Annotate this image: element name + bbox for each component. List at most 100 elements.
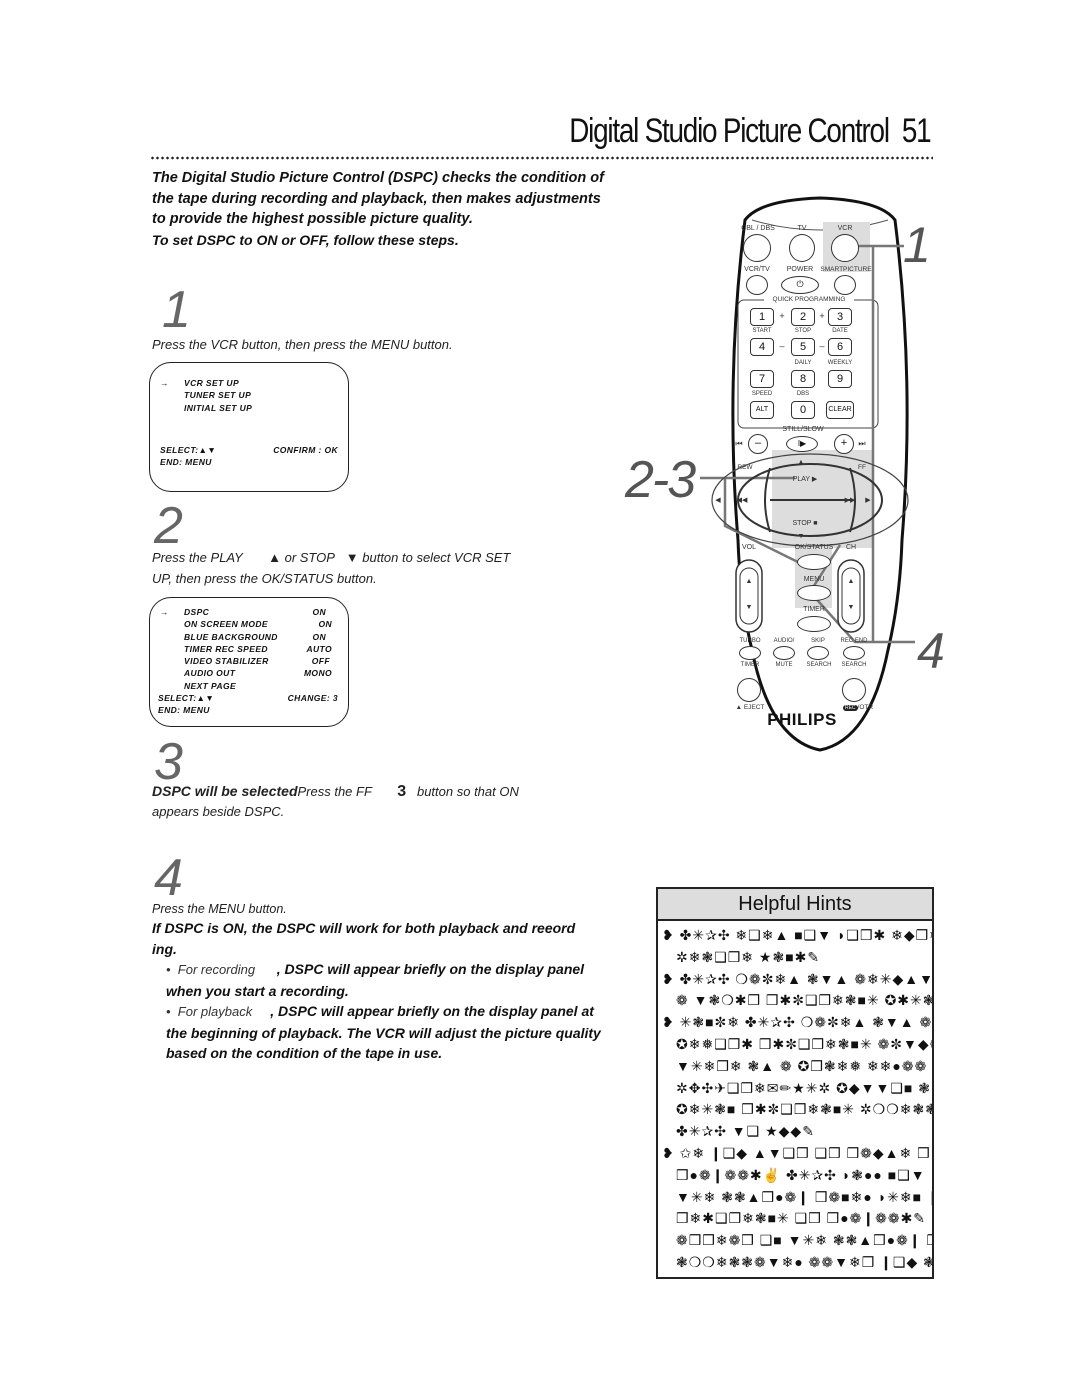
screen-item: NEXT PAGE — [160, 680, 338, 692]
hint-text: ▼✳❄❒❄ ❃▲ ❁ ✪❒❃❄❅ ❄❄●❁❁ ❁ — [676, 1057, 934, 1074]
screen-item-value: OFF — [311, 656, 330, 667]
screen-item: TIMER REC SPEED AUTO — [160, 643, 338, 655]
helpful-hints-title: Helpful Hints — [658, 889, 932, 921]
hint-line: ▼✳❄❒❄ ❃▲ ❁ ✪❒❃❄❅ ❄❄●❁❁ ❁ — [662, 1056, 932, 1078]
key-0[interactable]: 0 — [791, 401, 815, 419]
tv-button[interactable] — [789, 234, 815, 262]
screen-item-value: MONO — [303, 668, 332, 679]
hint-text: ❒●❁❙❁❁✱✌ ✤✳✰✣ ◗❃●● ■❑▼ — [676, 1166, 926, 1183]
bullet-text: , DSPC will appear briefly on the displa… — [270, 1003, 594, 1019]
separator-minus: – — [779, 341, 785, 351]
audio-mute-button[interactable] — [773, 646, 795, 660]
rec-badge: REC — [842, 705, 858, 711]
turbo-timer-button[interactable] — [739, 646, 761, 660]
screen-item: TUNER SET UP — [160, 389, 338, 401]
label-vcr: VCR — [837, 225, 853, 232]
menu-button[interactable] — [797, 585, 831, 601]
power-button[interactable]: ⏻ — [781, 276, 819, 294]
key-3[interactable]: 3 — [828, 308, 852, 326]
key-9[interactable]: 9 — [828, 370, 852, 388]
label-start: START — [752, 328, 772, 334]
screen-item: → VCR SET UP — [160, 377, 338, 389]
label-rec-otr: REC/OTR — [840, 704, 876, 711]
key-4[interactable]: 4 — [750, 338, 774, 356]
screen-item: AUDIO OUT MONO — [160, 667, 338, 679]
bullet-lead: For playback — [177, 1004, 253, 1019]
eject-button[interactable] — [737, 678, 761, 702]
vol-down-icon: ▼ — [745, 604, 753, 611]
end-hint: END: MENU — [158, 705, 210, 716]
step-2-text-part: Press the PLAY — [152, 550, 243, 565]
hint-text: ❒❄✱❑❒❄❃■✳ ❑❒ ❒●❁❙❁❁✱✎ — [676, 1210, 927, 1227]
select-hint: SELECT:▲▼ — [158, 693, 215, 704]
hint-text: ❃❍❍❄❃❃❁▼❄● ❁❁▼❄❒ ❙❑◆ ❃ — [676, 1253, 934, 1270]
key-6[interactable]: 6 — [828, 338, 852, 356]
plus-button[interactable]: + — [834, 434, 854, 454]
skip-search-button[interactable] — [807, 646, 829, 660]
fast-forward-button[interactable]: ▶▶ — [840, 496, 860, 504]
key-2[interactable]: 2 — [791, 308, 815, 326]
alt-button[interactable]: ALT — [750, 401, 774, 419]
still-slow-button[interactable]: I▶ — [786, 436, 818, 452]
menu-screen-2: → DSPC ON ON SCREEN MODE ON BLUE BACKGROUND… — [149, 597, 349, 727]
label-smartpicture: SMARTPICTURE — [820, 266, 872, 273]
label-skip-search: SEARCH — [806, 662, 832, 668]
stop-button[interactable]: STOP ■ — [788, 520, 822, 527]
ok-status-button[interactable] — [797, 554, 831, 570]
intro-line: To set DSPC to ON or OFF, follow these s… — [152, 231, 459, 248]
label-vcr-tv: VCR/TV — [744, 266, 770, 273]
label-dbs: DBS — [796, 391, 810, 397]
rewind-button[interactable]: ◀◀ — [732, 496, 752, 504]
vcr-button[interactable] — [831, 234, 859, 262]
cursor-arrow-icon: → — [160, 607, 169, 617]
hint-line: ✲❄❃❑❒❄ ★❃■✱✎ — [662, 947, 932, 969]
label-ff: FF — [858, 464, 866, 471]
rec-otr-button[interactable] — [842, 678, 866, 702]
step-2-text-part: ▼ button to select VCR SET — [345, 550, 511, 565]
hint-line: ❃❍❍❄❃❃❁▼❄● ❁❁▼❄❒ ❙❑◆ ❃ — [662, 1252, 932, 1274]
clear-button[interactable]: CLEAR — [826, 401, 854, 419]
hint-text: ❁■❄ ✪❄✳❃■ ❒✱✼❑❒❄❃■✳ ❑❒ — [676, 1276, 927, 1277]
hint-text: ✳❃■✼❄ ✤✳✰✣ ❍❁✼❄▲ ❃▼▲ ❁❄✳ — [679, 1014, 934, 1031]
minus-button[interactable]: – — [748, 434, 768, 454]
power-icon: ⏻ — [796, 279, 804, 289]
hint-line: ✲✥✣✈❑❒❄✉✏★✳✲ ✪◆▼▼❑■ ❃ — [662, 1078, 932, 1100]
intro-line: to provide the highest possible picture … — [152, 211, 473, 227]
hint-bullet-icon: ❥ — [662, 970, 680, 987]
key-7[interactable]: 7 — [750, 370, 774, 388]
intro-line: the tape during recording and playback, … — [152, 190, 601, 207]
hint-line: ✤✳✰✣ ▼❑ ★◆◆✎ — [662, 1121, 932, 1143]
timer-button[interactable] — [797, 616, 831, 632]
ch-up-icon: ▲ — [847, 578, 855, 585]
vcr-tv-button[interactable] — [746, 275, 768, 295]
screen-item-label: DSPC — [184, 607, 210, 617]
step-4-note: If DSPC is ON, the DSPC will work for bo… — [152, 918, 672, 1064]
up-arrow-icon: ▲ — [797, 459, 805, 466]
key-5[interactable]: 5 — [791, 338, 815, 356]
smartpicture-button[interactable] — [834, 275, 856, 295]
key-8[interactable]: 8 — [791, 370, 815, 388]
label-otr: /OTR — [857, 704, 874, 711]
label-speed: SPEED — [751, 391, 773, 397]
separator-plus: + — [779, 311, 785, 321]
screen-item-label: BLUE BACKGROUND — [184, 631, 278, 642]
bullet-text: , DSPC will appear briefly on the displa… — [276, 961, 585, 977]
play-button[interactable]: PLAY ▶ — [788, 475, 822, 483]
hint-line: ❥ ✤✳✰✣ ❄❑❄▲ ■❑▼ ◗❑❒✱ ❄◆❒❄ — [662, 925, 932, 947]
hint-line: ❥ ✳❃■✼❄ ✤✳✰✣ ❍❁✼❄▲ ❃▼▲ ❁❄✳ — [662, 1012, 932, 1034]
rec-end-search-button[interactable] — [843, 646, 865, 660]
page-number: 51 — [901, 112, 931, 150]
step-1-text: Press the VCR button, then press the MEN… — [152, 337, 453, 352]
screen-item: ON SCREEN MODE ON — [160, 618, 338, 630]
cursor-arrow-icon: → — [160, 378, 169, 388]
label-quick-programming: QUICK PROGRAMMING — [764, 296, 854, 303]
cbl-dbs-button[interactable] — [743, 234, 771, 262]
hint-text: ✪❄✳❃■ ❒✱✼❑❒❄❃■✳ ✲❍❍❄❃❃ — [676, 1101, 934, 1118]
label-menu: MENU — [803, 576, 825, 583]
bullet-text: based on the condition of the tape in us… — [166, 1045, 443, 1061]
screen-item-value: ON — [312, 607, 326, 617]
brand-logo: PHILIPS — [767, 710, 837, 729]
label-stop: STOP — [794, 328, 812, 334]
screen-item: INITIAL SET UP — [160, 402, 338, 414]
key-1[interactable]: 1 — [750, 308, 774, 326]
